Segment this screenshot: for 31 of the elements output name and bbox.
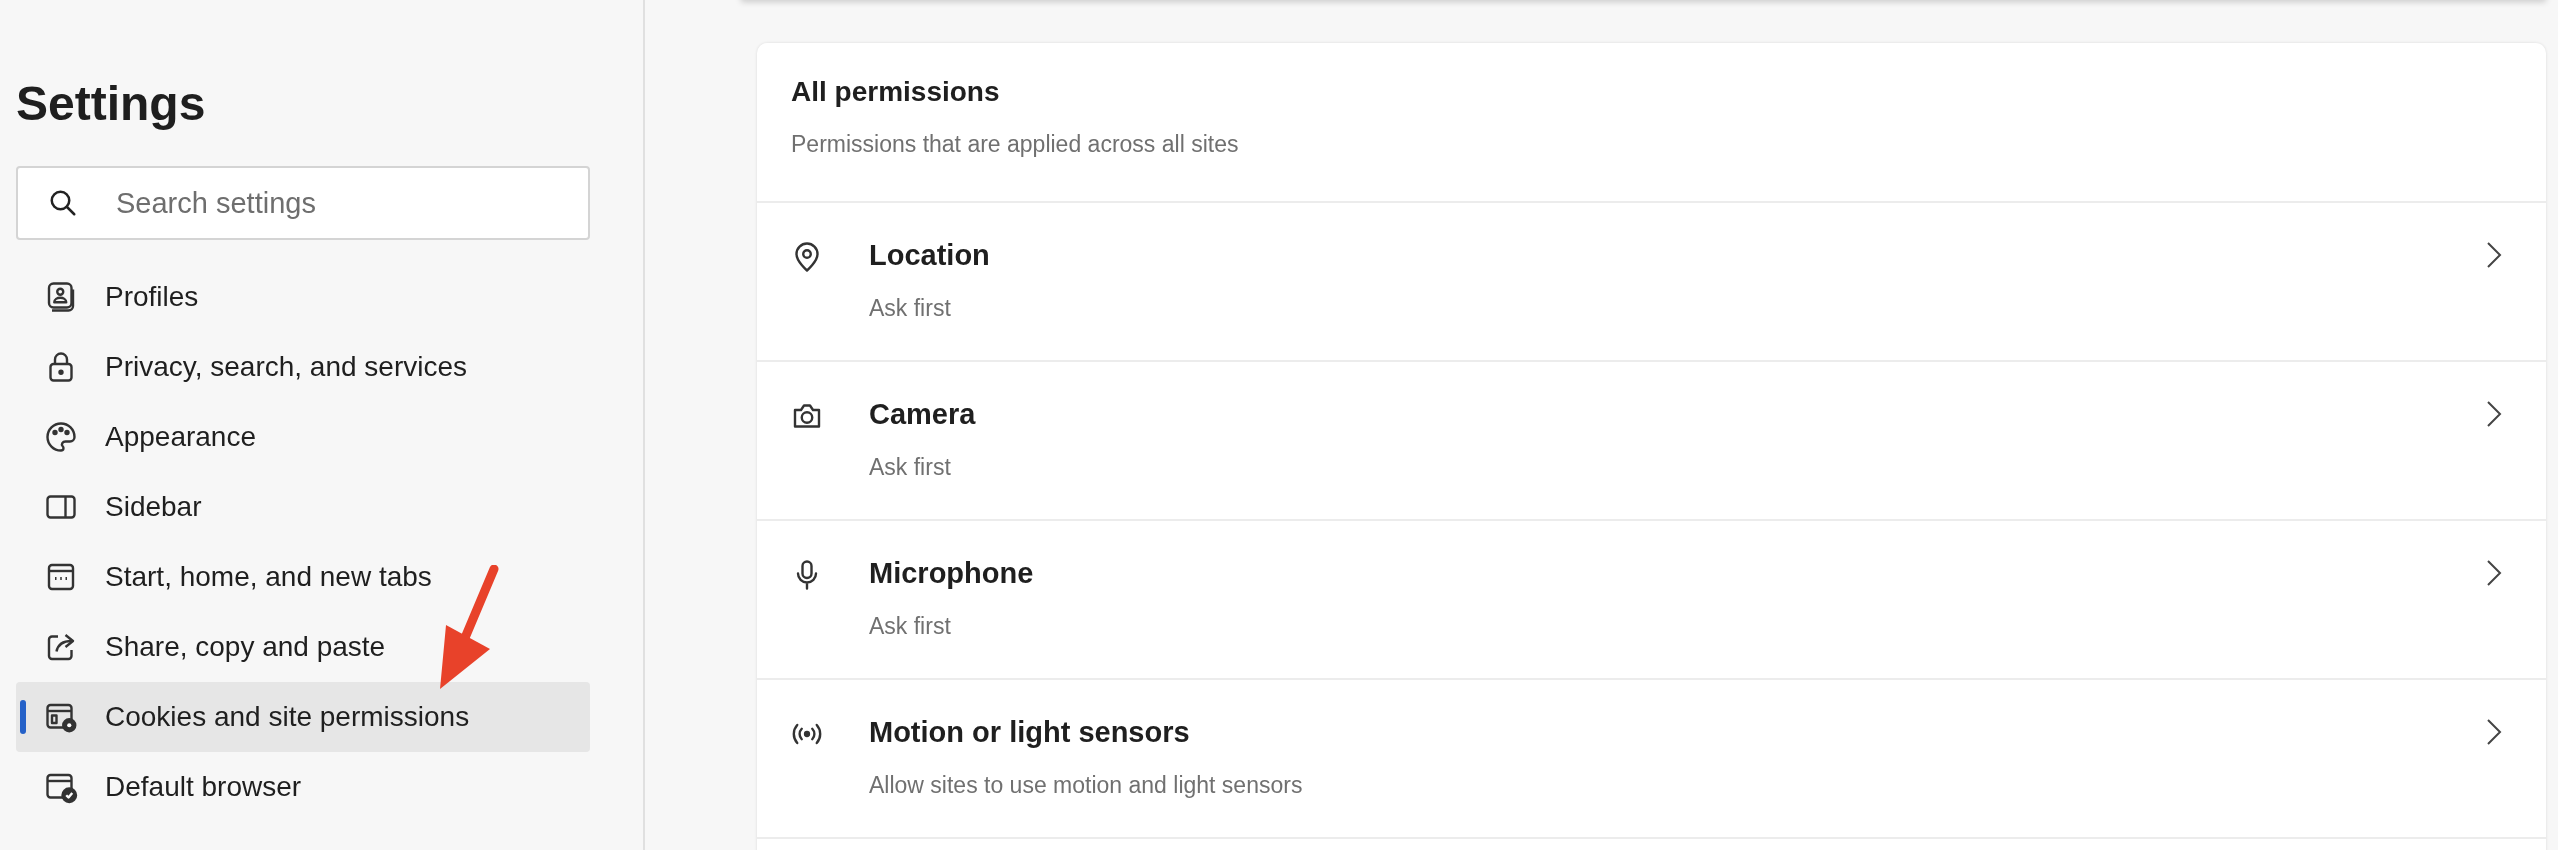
permission-status: Ask first bbox=[869, 295, 952, 322]
permission-title: Location bbox=[869, 238, 991, 273]
permission-row[interactable]: Motion or light sensors Allow sites to use motion and light sensors bbox=[757, 680, 2546, 839]
chevron-right-icon bbox=[2486, 718, 2502, 746]
settings-title: Settings bbox=[16, 76, 207, 132]
sidebar-item[interactable]: Privacy, search, and services bbox=[16, 332, 590, 402]
permission-status: Ask first bbox=[869, 454, 952, 481]
search-icon bbox=[48, 188, 78, 218]
selection-indicator bbox=[20, 700, 26, 734]
sidebar-item[interactable]: Default browser bbox=[16, 752, 590, 822]
section-title: All permissions bbox=[791, 75, 1001, 109]
permission-title: Microphone bbox=[869, 556, 1035, 591]
sidebar-item[interactable]: Start, home, and new tabs bbox=[16, 542, 590, 612]
sidebar-item[interactable]: Cookies and site permissions bbox=[16, 682, 590, 752]
permission-row[interactable]: Microphone Ask first bbox=[757, 521, 2546, 680]
section-subtitle: Permissions that are applied across all sites bbox=[791, 131, 1240, 158]
palette-icon bbox=[43, 419, 79, 455]
permission-status: Allow sites to use motion and light sensors bbox=[869, 772, 1304, 799]
sidebar-item[interactable]: Profiles bbox=[16, 262, 590, 332]
permission-row[interactable]: Location Ask first bbox=[757, 203, 2546, 362]
permission-title: Motion or light sensors bbox=[869, 715, 1191, 750]
chevron-right-icon bbox=[2486, 241, 2502, 269]
permission-status: Ask first bbox=[869, 613, 952, 640]
permission-title: Camera bbox=[869, 397, 977, 432]
chevron-right-icon bbox=[2486, 559, 2502, 587]
sidebar-item[interactable]: Share, copy and paste bbox=[16, 612, 590, 682]
chevron-right-icon bbox=[2486, 400, 2502, 428]
search-field[interactable]: Search settings bbox=[16, 166, 590, 240]
sidebar-item[interactable]: Appearance bbox=[16, 402, 590, 472]
permission-row[interactable]: Camera Ask first bbox=[757, 362, 2546, 521]
sidebar-item[interactable]: Sidebar bbox=[16, 472, 590, 542]
